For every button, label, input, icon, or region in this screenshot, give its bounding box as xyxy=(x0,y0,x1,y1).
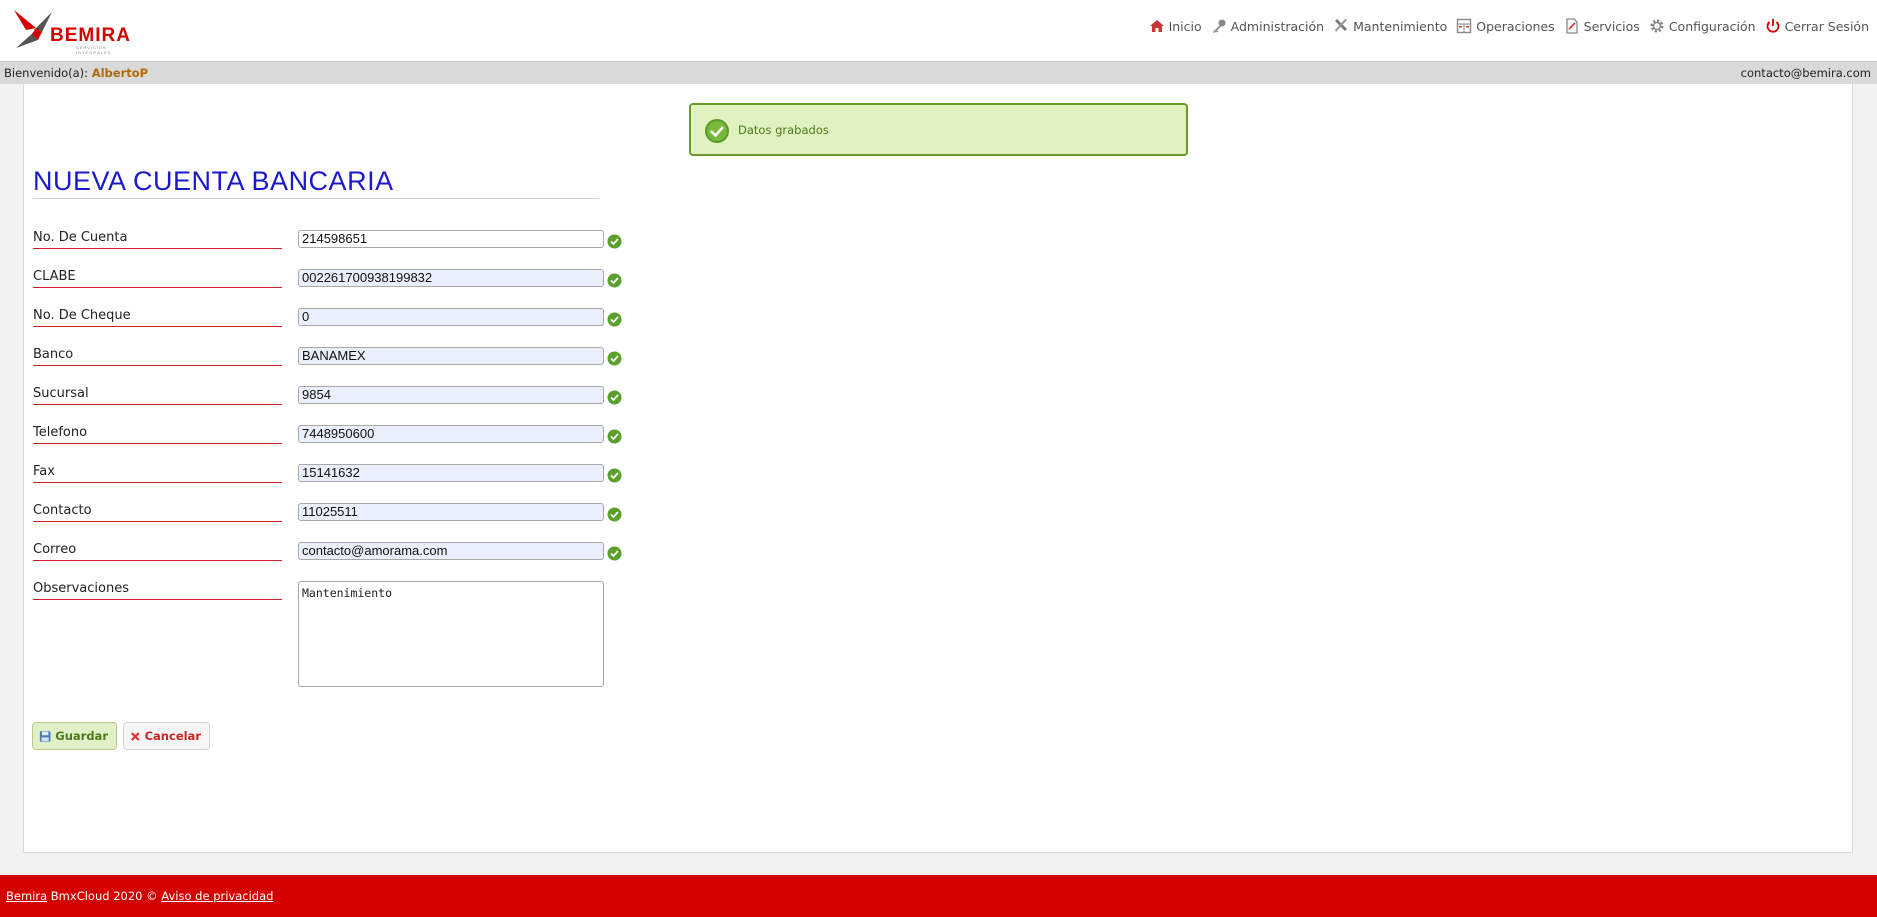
brand-tagline: SERVICIOS INTEGRALES xyxy=(76,45,112,55)
nav-label: Mantenimiento xyxy=(1353,18,1448,34)
field-label: Observaciones xyxy=(33,581,282,600)
nav-label: Operaciones xyxy=(1476,18,1555,34)
home-icon xyxy=(1149,20,1164,32)
form-row-fax: Fax 15141632 xyxy=(33,464,633,488)
nav-label: Configuración xyxy=(1668,18,1756,34)
cuenta-input[interactable]: 214598651 xyxy=(298,230,604,248)
brand-logo[interactable]: BEMIRA SERVICIOS INTEGRALES xyxy=(12,8,142,55)
welcome-text: Bienvenido(a): AlbertoP xyxy=(4,62,148,84)
nav-inicio[interactable]: Inicio xyxy=(1149,18,1202,34)
key-icon xyxy=(1212,19,1226,33)
nav-operaciones[interactable]: Operaciones xyxy=(1456,18,1555,34)
footer-text: BmxCloud 2020 © xyxy=(47,889,162,903)
welcome-user: AlbertoP xyxy=(91,66,149,80)
valid-check-icon xyxy=(607,468,622,483)
footer: Bemira BmxCloud 2020 © Aviso de privacid… xyxy=(0,875,1877,917)
footer-content: Bemira BmxCloud 2020 © Aviso de privacid… xyxy=(6,875,273,917)
gear-icon xyxy=(1650,19,1664,33)
privacy-link[interactable]: Aviso de privacidad xyxy=(161,889,273,903)
valid-check-icon xyxy=(607,507,622,522)
success-alert: Datos grabados xyxy=(689,103,1188,156)
nav-label: Inicio xyxy=(1168,18,1202,34)
cancel-label: Cancelar xyxy=(144,729,201,743)
form-row-correo: Correo contacto@amorama.com xyxy=(33,542,633,566)
field-label: Sucursal xyxy=(33,386,282,405)
cheque-input[interactable]: 0 xyxy=(298,308,604,326)
field-label: Correo xyxy=(33,542,282,561)
form-row-observaciones: Observaciones Mantenimiento xyxy=(33,581,633,689)
check-circle-icon xyxy=(705,119,729,143)
form-row-clabe: CLABE 002261700938199832 xyxy=(33,269,633,293)
alert-message: Datos grabados xyxy=(738,123,829,137)
header: BEMIRA SERVICIOS INTEGRALES Inicio Admin… xyxy=(0,0,1877,61)
save-button[interactable]: Guardar xyxy=(32,722,117,750)
nav-servicios[interactable]: Servicios xyxy=(1564,18,1640,34)
clabe-input[interactable]: 002261700938199832 xyxy=(298,269,604,287)
sucursal-input[interactable]: 9854 xyxy=(298,386,604,404)
form-row-sucursal: Sucursal 9854 xyxy=(33,386,633,410)
calculator-icon xyxy=(1457,18,1472,34)
form-row-cheque: No. De Cheque 0 xyxy=(33,308,633,332)
nav-administracion[interactable]: Administración xyxy=(1211,18,1324,34)
form-row-cuenta: No. De Cuenta 214598651 xyxy=(33,230,633,254)
close-icon xyxy=(131,731,140,741)
contacto-input[interactable]: 11025511 xyxy=(298,503,604,521)
field-label: CLABE xyxy=(33,269,282,288)
power-icon xyxy=(1766,19,1779,33)
nav-configuracion[interactable]: Configuración xyxy=(1649,18,1756,34)
floppy-disk-icon xyxy=(39,730,51,742)
valid-check-icon xyxy=(607,546,622,561)
nav-label: Cerrar Sesión xyxy=(1784,18,1869,34)
field-label: Contacto xyxy=(33,503,282,522)
field-label: Telefono xyxy=(33,425,282,444)
footer-brand-link[interactable]: Bemira xyxy=(6,889,47,903)
nav-label: Servicios xyxy=(1583,18,1640,34)
cancel-button[interactable]: Cancelar xyxy=(123,722,210,750)
valid-check-icon xyxy=(607,273,622,288)
observaciones-textarea[interactable]: Mantenimiento xyxy=(298,581,604,687)
field-label: Fax xyxy=(33,464,282,483)
valid-check-icon xyxy=(607,390,622,405)
save-label: Guardar xyxy=(55,729,108,743)
document-icon xyxy=(1566,18,1578,34)
nav-label: Administración xyxy=(1230,18,1325,34)
form-row-telefono: Telefono 7448950600 xyxy=(33,425,633,449)
correo-input[interactable]: contacto@amorama.com xyxy=(298,542,604,560)
form-row-contacto: Contacto 11025511 xyxy=(33,503,633,527)
brand-name: BEMIRA xyxy=(50,25,131,46)
page-title: NUEVA CUENTA BANCARIA xyxy=(33,166,599,199)
field-label: No. De Cuenta xyxy=(33,230,282,249)
valid-check-icon xyxy=(607,429,622,444)
welcome-bar: Bienvenido(a): AlbertoP contacto@bemira.… xyxy=(0,61,1877,84)
field-label: Banco xyxy=(33,347,282,366)
main-nav: Inicio Administración Mantenimiento Oper… xyxy=(1140,18,1869,34)
fax-input[interactable]: 15141632 xyxy=(298,464,604,482)
valid-check-icon xyxy=(607,312,622,327)
nav-cerrar-sesion[interactable]: Cerrar Sesión xyxy=(1765,18,1869,34)
form-row-banco: Banco BANAMEX xyxy=(33,347,633,371)
valid-check-icon xyxy=(607,234,622,249)
valid-check-icon xyxy=(607,351,622,366)
welcome-prefix: Bienvenido(a): xyxy=(4,66,89,80)
tools-icon xyxy=(1335,19,1348,32)
nav-mantenimiento[interactable]: Mantenimiento xyxy=(1333,18,1447,34)
telefono-input[interactable]: 7448950600 xyxy=(298,425,604,443)
field-label: No. De Cheque xyxy=(33,308,282,327)
contact-email: contacto@bemira.com xyxy=(1740,66,1871,80)
banco-input[interactable]: BANAMEX xyxy=(298,347,604,365)
